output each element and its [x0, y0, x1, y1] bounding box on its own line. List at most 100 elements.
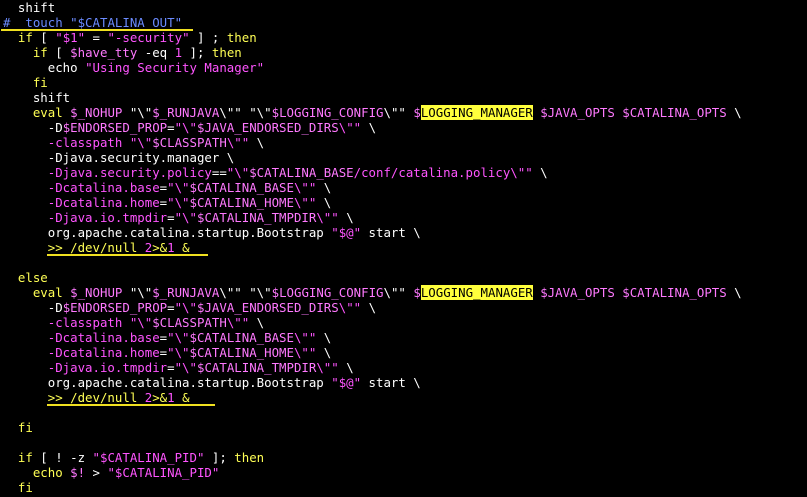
code-line: -Djava.security.policy=="\"$CATALINA_BAS… [3, 165, 548, 180]
code-token: if [3, 45, 48, 60]
code-token: = [167, 120, 175, 135]
code-line: -Dcatalina.home="\"$CATALINA_HOME\"" \ [3, 195, 332, 210]
code-line: shift [3, 0, 55, 15]
code-token: ]; [204, 450, 235, 465]
code-token: -D [3, 120, 63, 135]
code-token: \ [316, 345, 332, 360]
code-token: \ [361, 120, 377, 135]
code-token: shift [3, 90, 71, 105]
code-token: \"" [383, 285, 406, 300]
annotation-underline [47, 404, 215, 406]
code-token: [ [32, 30, 56, 45]
code-token: $LOGGING_CONFIG [271, 285, 384, 300]
code-token: $! [70, 465, 86, 480]
code-token: -Djava.io.tmpdir [3, 360, 168, 375]
code-token: -Djava.security.manager \ [3, 150, 235, 165]
code-line: echo "Using Security Manager" [3, 60, 264, 75]
code-token: = [159, 195, 168, 210]
code-line: -Djava.io.tmpdir="\"$CATALINA_TMPDIR\"" … [3, 360, 354, 375]
code-token: "\" [167, 180, 190, 195]
code-token: \ [249, 135, 265, 150]
code-line: -Dcatalina.base="\"$CATALINA_BASE\"" \ [3, 330, 332, 345]
code-token: 1 [167, 240, 175, 255]
code-token: [ ! -z [32, 450, 93, 465]
code-token: if [3, 450, 33, 465]
code-token: "\" [174, 120, 197, 135]
code-line: fi [3, 75, 48, 90]
code-line: # touch "$CATALINA_OUT" [3, 15, 182, 30]
code-token: # [3, 15, 18, 30]
code-line: shift [3, 90, 70, 105]
code-token: \"" [226, 315, 250, 330]
code-token: $_RUNJAVA [152, 105, 220, 120]
code-token: \"" [293, 330, 317, 345]
code-token: $CATALINA_HOME [189, 345, 294, 360]
code-line: org.apache.catalina.startup.Bootstrap "$… [3, 225, 421, 240]
code-line: eval $_NOHUP "\"$_RUNJAVA\"" "\"$LOGGING… [3, 285, 742, 300]
code-token: echo [3, 465, 71, 480]
code-token: $CLASSPATH [152, 315, 227, 330]
code-token: fi [3, 75, 48, 90]
code-token: \ [532, 165, 548, 180]
code-token: >> /dev/null [3, 390, 145, 405]
code-token: \"" [383, 105, 406, 120]
code-line: -classpath "\"$CLASSPATH\"" \ [3, 315, 264, 330]
code-token: 1 [167, 390, 175, 405]
code-line: echo $! > "$CATALINA_PID" [3, 465, 220, 480]
code-token: = [159, 345, 168, 360]
code-token: -classpath [3, 315, 130, 330]
code-token: -eq [137, 45, 175, 60]
code-token: then [234, 450, 265, 465]
code-token: fi [3, 480, 33, 495]
code-line: -Djava.io.tmpdir="\"$CATALINA_TMPDIR\"" … [3, 210, 354, 225]
code-token: "\" [129, 315, 153, 330]
code-token: $have_tty [70, 45, 138, 60]
code-token: start \ [361, 225, 421, 240]
code-token: -Dcatalina.base [3, 330, 160, 345]
code-token: else [3, 270, 48, 285]
code-line: if [ ! -z "$CATALINA_PID" ]; then [3, 450, 264, 465]
code-token: == [211, 165, 227, 180]
code-token: \"" [316, 210, 339, 225]
code-token: \"" [219, 285, 242, 300]
code-token: -Dcatalina.home [3, 345, 160, 360]
code-token: 1 [174, 45, 183, 60]
terminal-window[interactable]: shift # touch "$CATALINA_OUT" if [ "$1" =… [0, 0, 807, 497]
code-token: "\" [249, 105, 272, 120]
code-token: \"" [219, 105, 242, 120]
code-token: $JAVA_ENDORSED_DIRS [196, 120, 339, 135]
code-token: $ENDORSED_PROP [62, 120, 168, 135]
code-line: org.apache.catalina.startup.Bootstrap "$… [3, 375, 421, 390]
code-token: org.apache.catalina.startup.Bootstrap [3, 225, 332, 240]
code-token: \"" [293, 345, 317, 360]
code-token: "$CATALINA_PID" [92, 450, 205, 465]
code-token: "\" [129, 285, 153, 300]
code-token: "Using Security Manager" [85, 60, 265, 75]
code-token: $CATALINA_HOME [189, 195, 294, 210]
code-token: $CATALINA_TMPDIR [196, 360, 317, 375]
code-token: eval [3, 105, 71, 120]
code-token: \"" [293, 195, 317, 210]
code-token: $_NOHUP [70, 105, 130, 120]
code-line: >> /dev/null 2>&1 & [3, 240, 190, 255]
code-token: >& [152, 240, 168, 255]
code-line: eval $_NOHUP "\"$_RUNJAVA\"" "\"$LOGGING… [3, 105, 742, 120]
code-token: fi [3, 420, 33, 435]
search-match: LOGGING_MANAGER [420, 285, 533, 300]
code-token: $JAVA_OPTS $CATALINA_OPTS [532, 105, 735, 120]
code-token: "$1" [55, 30, 86, 45]
code-token: -Dcatalina.home [3, 195, 160, 210]
code-token: "\" [226, 165, 250, 180]
code-line: if [ "$1" = "-security" ] ; then [3, 30, 257, 45]
code-token: "$@" [331, 375, 362, 390]
code-token: = [159, 330, 168, 345]
code-token: "\" [167, 345, 190, 360]
code-line: >> /dev/null 2>&1 & [3, 390, 190, 405]
code-token: -Djava.io.tmpdir [3, 210, 168, 225]
code-token: -classpath [3, 135, 130, 150]
code-token: $CATALINA_BASE [249, 165, 354, 180]
code-token: shift [3, 0, 56, 15]
code-token: eval [3, 285, 71, 300]
search-match: LOGGING_MANAGER [420, 105, 533, 120]
code-line: -Djava.security.manager \ [3, 150, 235, 165]
